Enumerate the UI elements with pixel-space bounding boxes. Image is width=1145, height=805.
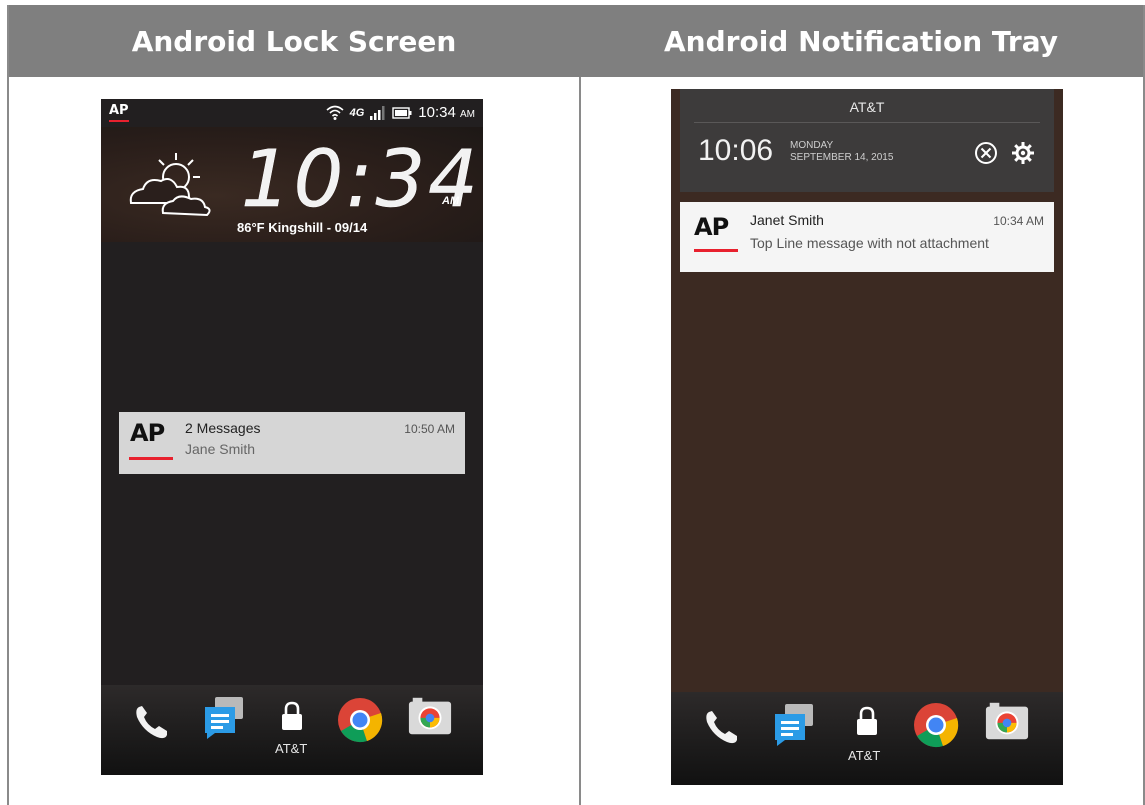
- quick-settings-panel: AT&T 10:06 MONDAY SEPTEMBER 14, 2015: [680, 89, 1054, 192]
- dock-carrier-label: AT&T: [275, 741, 308, 756]
- notification-title: 2 Messages: [185, 420, 261, 436]
- notification-time: 10:34 AM: [993, 214, 1044, 228]
- ap-logo: AP: [694, 213, 729, 241]
- lock-icon[interactable]: [269, 693, 315, 739]
- lock-dock: AT&T: [101, 685, 483, 775]
- signal-icon: [370, 105, 385, 120]
- tray-date: MONDAY SEPTEMBER 14, 2015: [790, 140, 893, 164]
- lock-wallpaper-header: 10:34 AM 86°F Kingshill - 09/14: [101, 127, 483, 242]
- chrome-icon[interactable]: [913, 702, 959, 748]
- lock-notification-card[interactable]: AP 2 Messages Jane Smith 10:50 AM: [119, 412, 465, 474]
- tray-notification-card[interactable]: AP Janet Smith Top Line message with not…: [680, 202, 1054, 272]
- phone-icon[interactable]: [699, 704, 745, 750]
- column-divider: [579, 77, 581, 805]
- ap-logo: AP: [130, 419, 165, 447]
- status-bar: AP 4G 10:34 AM: [101, 99, 483, 127]
- lock-icon[interactable]: [844, 698, 890, 744]
- status-time: 10:34 AM: [418, 104, 475, 121]
- header-notification-tray: Android Notification Tray: [664, 24, 1058, 58]
- tray-divider: [694, 122, 1040, 123]
- tray-time: 10:06: [698, 134, 774, 167]
- lock-clock: 10:34: [241, 135, 481, 226]
- dock-carrier-label: AT&T: [848, 748, 881, 763]
- tray-day-name: MONDAY: [790, 140, 834, 151]
- ap-logo-underline: [129, 457, 173, 460]
- camera-icon[interactable]: [407, 693, 453, 739]
- messages-icon[interactable]: [201, 695, 247, 741]
- header-lock-screen: Android Lock Screen: [131, 24, 457, 58]
- tray-dock: AT&T: [671, 692, 1063, 785]
- clear-all-icon[interactable]: [974, 141, 998, 165]
- tray-date-full: SEPTEMBER 14, 2015: [790, 152, 894, 163]
- ap-status-icon: AP: [109, 103, 129, 118]
- lock-screen-phone: AP 4G 10:34 AM 10:34 AM 86°F Kingshill -…: [101, 99, 483, 775]
- weather-location-date: 86°F Kingshill - 09/14: [237, 220, 368, 235]
- camera-icon[interactable]: [984, 698, 1030, 744]
- ap-status-underline: [109, 120, 129, 122]
- tray-carrier: AT&T: [849, 99, 885, 115]
- notification-time: 10:50 AM: [404, 422, 455, 436]
- ap-logo-underline: [694, 249, 738, 252]
- notification-tray-phone: AT&T 10:06 MONDAY SEPTEMBER 14, 2015 AP …: [671, 89, 1063, 785]
- status-icons: 4G 10:34 AM: [326, 104, 475, 121]
- messages-icon[interactable]: [771, 702, 817, 748]
- notification-sender: Jane Smith: [185, 441, 256, 457]
- network-4g-icon: 4G: [349, 106, 365, 119]
- partly-cloudy-icon: [129, 153, 211, 217]
- battery-icon: [392, 106, 412, 119]
- phone-icon[interactable]: [129, 699, 175, 745]
- chrome-icon[interactable]: [337, 697, 383, 743]
- table-header-row: Android Lock Screen Android Notification…: [9, 5, 1143, 77]
- lock-clock-ampm: AM: [442, 195, 460, 207]
- notification-title: Janet Smith: [750, 212, 824, 228]
- wifi-icon: [326, 105, 344, 120]
- settings-gear-icon[interactable]: [1011, 141, 1035, 165]
- notification-message: Top Line message with not attachment: [750, 235, 989, 251]
